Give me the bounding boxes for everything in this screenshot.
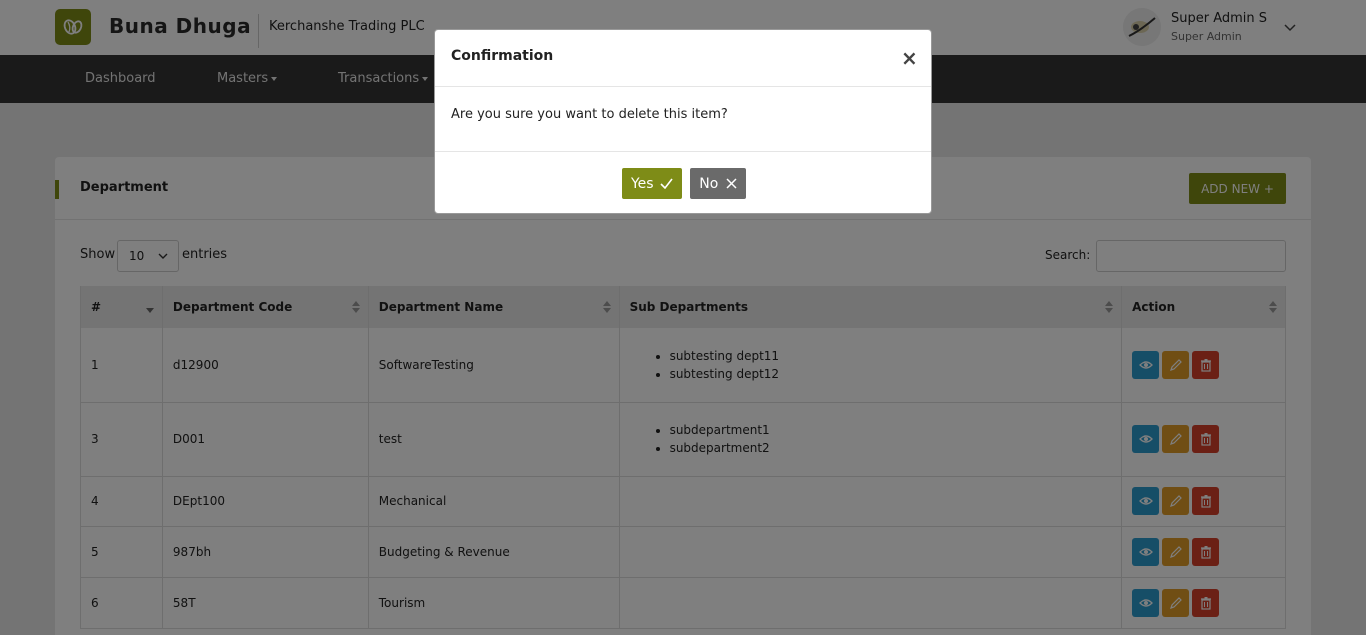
yes-button[interactable]: Yes [622, 168, 682, 199]
dialog-divider [435, 151, 931, 152]
close-icon[interactable]: × [901, 48, 918, 68]
dialog-divider [435, 86, 931, 87]
confirmation-dialog: Confirmation × Are you sure you want to … [434, 29, 932, 214]
yes-label: Yes [630, 175, 654, 192]
dialog-title: Confirmation [451, 48, 554, 64]
close-icon [726, 178, 737, 189]
dialog-message: Are you sure you want to delete this ite… [451, 107, 728, 122]
check-icon [660, 178, 673, 190]
no-label: No [699, 175, 719, 192]
no-button[interactable]: No [690, 168, 746, 199]
